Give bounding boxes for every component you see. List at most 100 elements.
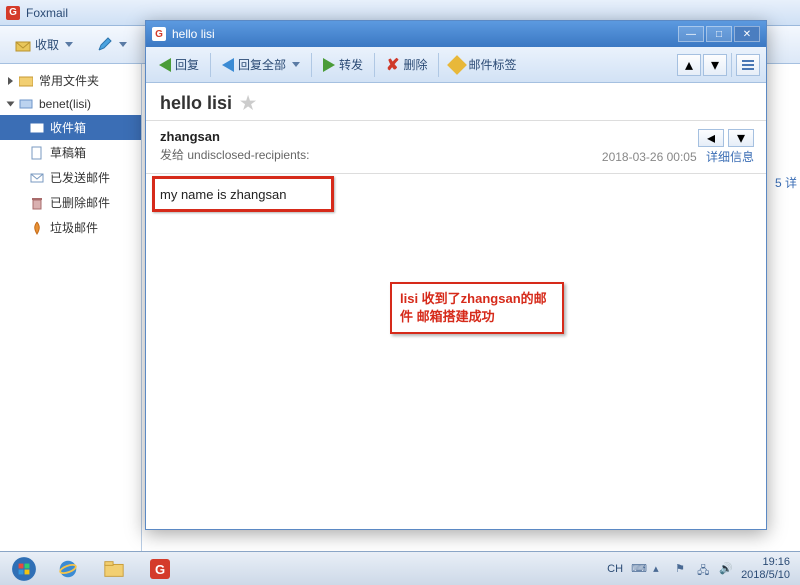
- inbox-folder[interactable]: 收件箱: [0, 115, 141, 140]
- clock-time: 19:16: [741, 556, 790, 568]
- tags-label: 邮件标签: [468, 56, 516, 73]
- sent-icon: [30, 171, 44, 185]
- foxmail-logo-icon: G: [6, 6, 20, 20]
- message-date: 2018-03-26 00:05: [602, 150, 697, 164]
- network-icon[interactable]: 🖧: [697, 562, 711, 576]
- windows-logo-icon: [11, 556, 37, 582]
- recipients-value: undisclosed-recipients:: [187, 148, 309, 162]
- svg-text:G: G: [155, 562, 165, 577]
- prev-message-button[interactable]: ▴: [677, 54, 701, 76]
- message-window: G hello lisi — □ ✕ 回复 回复全部 转发 ✘ 删除: [145, 20, 767, 530]
- folder-icon: [19, 74, 33, 88]
- delete-button[interactable]: ✘ 删除: [379, 51, 434, 79]
- app-title: Foxmail: [26, 6, 68, 20]
- taskbar-explorer[interactable]: [92, 555, 136, 583]
- ie-icon: [57, 558, 79, 580]
- common-folders[interactable]: 常用文件夹: [0, 68, 141, 93]
- chevron-down-icon: [65, 42, 73, 47]
- spam-folder[interactable]: 垃圾邮件: [0, 215, 141, 240]
- delete-x-icon: ✘: [386, 55, 399, 75]
- reply-all-label: 回复全部: [238, 56, 286, 73]
- chevron-up-icon[interactable]: ▴: [653, 562, 667, 576]
- common-folders-label: 常用文件夹: [39, 72, 99, 89]
- drafts-folder[interactable]: 草稿箱: [0, 140, 141, 165]
- triangle-down-icon: [7, 102, 15, 107]
- foxmail-logo-icon: G: [152, 27, 166, 41]
- spam-label: 垃圾邮件: [50, 219, 98, 236]
- sent-folder[interactable]: 已发送邮件: [0, 165, 141, 190]
- start-button[interactable]: [4, 554, 44, 584]
- inbox-icon: [15, 37, 31, 53]
- explorer-icon: [103, 558, 125, 580]
- delete-label: 删除: [403, 56, 427, 73]
- header-nav: ◂ ▾: [698, 129, 754, 147]
- inbox-label: 收件箱: [50, 119, 86, 136]
- tags-button[interactable]: 邮件标签: [443, 52, 523, 77]
- reply-arrow-icon: [159, 58, 171, 72]
- forward-label: 转发: [339, 56, 363, 73]
- separator: [374, 53, 375, 77]
- forward-button[interactable]: 转发: [316, 52, 370, 77]
- taskbar-ie[interactable]: [46, 555, 90, 583]
- message-header: zhangsan 发给 undisclosed-recipients: ◂ ▾ …: [146, 121, 766, 174]
- reply-button[interactable]: 回复: [152, 52, 206, 77]
- trash-icon: [30, 196, 44, 210]
- details-link[interactable]: 详细信息: [706, 150, 754, 164]
- flag-icon[interactable]: ⚑: [675, 562, 689, 576]
- pencil-icon: [97, 37, 113, 53]
- taskbar-foxmail[interactable]: G: [138, 555, 182, 583]
- close-button[interactable]: ✕: [734, 26, 760, 42]
- message-titlebar[interactable]: G hello lisi — □ ✕: [146, 21, 766, 47]
- receive-label: 收取: [35, 36, 59, 53]
- windows-taskbar: G CH ⌨ ▴ ⚑ 🖧 🔊 19:16 2018/5/10: [0, 551, 800, 585]
- mailbox-icon: [19, 97, 33, 111]
- clock[interactable]: 19:16 2018/5/10: [741, 556, 790, 580]
- arrow-down-icon: ▾: [711, 55, 719, 75]
- system-tray: CH ⌨ ▴ ⚑ 🖧 🔊 19:16 2018/5/10: [607, 556, 796, 580]
- sender-name: zhangsan: [160, 129, 752, 144]
- reply-all-button[interactable]: 回复全部: [215, 52, 307, 77]
- separator: [438, 53, 439, 77]
- star-icon[interactable]: ★: [240, 93, 256, 114]
- maximize-button[interactable]: □: [706, 26, 732, 42]
- view-list-button[interactable]: [736, 54, 760, 76]
- drafts-icon: [30, 146, 44, 160]
- account-node[interactable]: benet(lisi): [0, 93, 141, 115]
- minimize-button[interactable]: —: [678, 26, 704, 42]
- forward-arrow-icon: [323, 58, 335, 72]
- message-window-title: hello lisi: [172, 27, 678, 41]
- deleted-folder[interactable]: 已删除邮件: [0, 190, 141, 215]
- separator: [311, 53, 312, 77]
- folder-sidebar: 常用文件夹 benet(lisi) 收件箱 草稿箱 已发送邮件 已删除邮: [0, 64, 142, 585]
- next-message-button[interactable]: ▾: [703, 54, 727, 76]
- ime-indicator[interactable]: CH: [607, 563, 623, 575]
- prev-sender-button[interactable]: ◂: [698, 129, 724, 147]
- flame-icon: [30, 221, 44, 235]
- speaker-icon[interactable]: 🔊: [719, 562, 733, 576]
- reply-label: 回复: [175, 56, 199, 73]
- tag-icon: [448, 55, 468, 75]
- recipients-label: 发给: [160, 148, 184, 162]
- triangle-right-icon: [8, 77, 13, 85]
- message-toolbar: 回复 回复全部 转发 ✘ 删除 邮件标签 ▴ ▾: [146, 47, 766, 83]
- receive-button[interactable]: 收取: [6, 32, 82, 57]
- account-label: benet(lisi): [39, 97, 91, 111]
- annotation-callout: lisi 收到了zhangsan的邮件 邮箱搭建成功: [390, 282, 564, 334]
- subject-text: hello lisi: [160, 93, 232, 114]
- separator: [731, 53, 732, 77]
- chevron-down-icon: [292, 62, 300, 67]
- clock-date: 2018/5/10: [741, 569, 790, 581]
- message-body: my name is zhangsan lisi 收到了zhangsan的邮件 …: [146, 174, 766, 529]
- meta-row: 2018-03-26 00:05 详细信息: [602, 148, 754, 165]
- keyboard-icon[interactable]: ⌨: [631, 562, 645, 576]
- inbox-folder-icon: [30, 121, 44, 135]
- arrow-up-icon: ▴: [685, 55, 693, 75]
- right-label: 5 详: [775, 174, 797, 191]
- reply-all-arrow-icon: [222, 58, 234, 72]
- chevron-down-icon: [119, 42, 127, 47]
- next-sender-button[interactable]: ▾: [728, 129, 754, 147]
- compose-button[interactable]: [88, 33, 136, 57]
- subject-row: hello lisi ★: [146, 83, 766, 121]
- list-icon: [742, 60, 754, 70]
- window-controls: — □ ✕: [678, 26, 760, 42]
